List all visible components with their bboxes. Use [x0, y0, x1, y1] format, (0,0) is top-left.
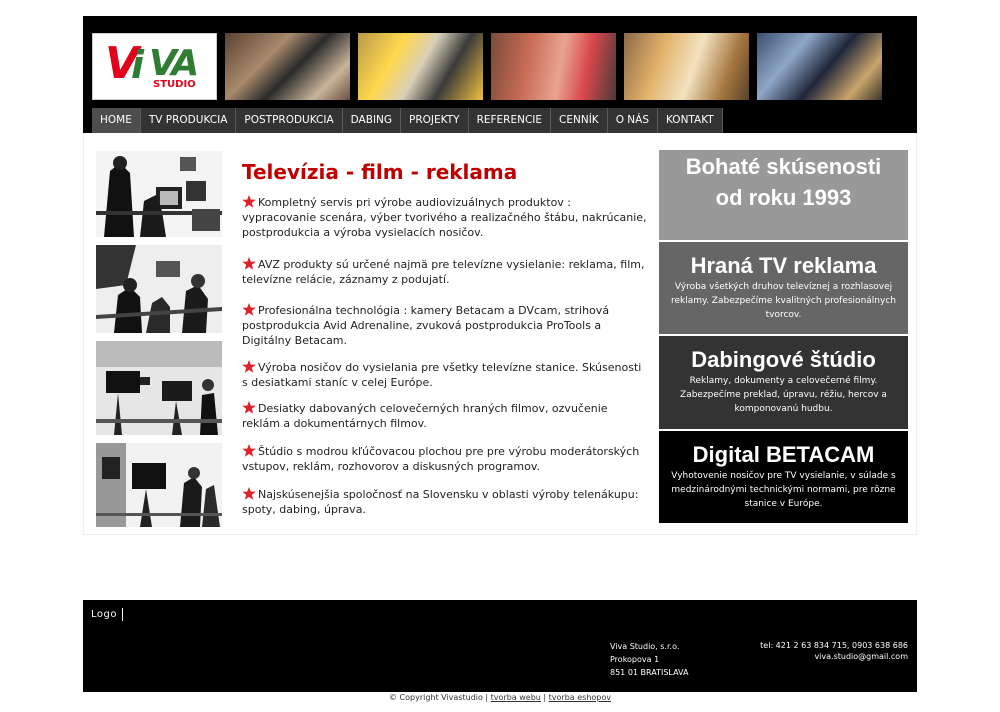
- content-area: Televízia - film - reklama Kompletný ser…: [83, 133, 917, 535]
- feature-item: Kompletný servis pri výrobe audiovizuáln…: [242, 195, 647, 239]
- header-photo-studio: [757, 33, 882, 100]
- bw-photo-studio-set: [96, 443, 222, 527]
- red-star-icon: [242, 257, 256, 270]
- red-star-icon: [242, 360, 256, 373]
- nav-item-kontakt[interactable]: KONTAKT: [658, 108, 723, 133]
- feature-item: Štúdio s modrou kľúčovacou plochou pre p…: [242, 444, 640, 473]
- bw-photo-studio-cameras: [96, 341, 222, 435]
- site-footer: Logo Viva Studio, s.r.o. Prokopova 1 851…: [83, 600, 917, 692]
- nav-item-projekty[interactable]: PROJEKTY: [401, 108, 469, 133]
- header-photo-camera-crew: [358, 33, 483, 100]
- nav-item-tv-produkcia[interactable]: TV PRODUKCIA: [140, 108, 237, 133]
- nav-item-o-nas[interactable]: O NÁS: [607, 108, 658, 133]
- bw-photo-editing-room: [96, 151, 222, 237]
- phone-number: tel: 421 2 63 834 715, 0903 638 686: [760, 641, 908, 650]
- header-photo-interview: [491, 33, 616, 100]
- copyright-bar: © Copyright Vivastudio | tvorba webu | t…: [388, 693, 611, 702]
- feature-item: Najskúsenejšia spoločnosť na Slovensku v…: [242, 487, 639, 516]
- nav-item-postprodukcia[interactable]: POSTPRODUKCIA: [236, 108, 343, 133]
- tvorba-eshopov-link[interactable]: tvorba eshopov: [549, 693, 611, 702]
- footer-logo-label[interactable]: Logo: [91, 609, 117, 620]
- page-title: Televízia - film - reklama: [242, 160, 518, 184]
- red-star-icon: [242, 444, 256, 457]
- email-address[interactable]: viva.studio@gmail.com: [760, 651, 908, 662]
- red-star-icon: [242, 401, 256, 414]
- digital-betacam-banner[interactable]: Digital BETACAM Vyhotovenie nosičov pre …: [659, 431, 908, 523]
- red-star-icon: [242, 195, 256, 208]
- header-photo-production: [624, 33, 749, 100]
- main-navigation: HOME TV PRODUKCIA POSTPRODUKCIA DABING P…: [92, 108, 723, 133]
- nav-item-cennik[interactable]: CENNÍK: [551, 108, 608, 133]
- tvorba-webu-link[interactable]: tvorba webu: [491, 693, 541, 702]
- feature-item: Výroba nosičov do vysielania pre všetky …: [242, 360, 642, 389]
- nav-item-referencie[interactable]: REFERENCIE: [468, 108, 552, 133]
- experience-banner[interactable]: Bohaté skúsenosti od roku 1993: [659, 150, 908, 240]
- feature-item: Profesionálna technológia : kamery Betac…: [242, 303, 610, 347]
- viva-studio-logo[interactable]: V i VA STUDIO: [92, 33, 217, 100]
- bw-photo-camera-crew: [96, 245, 222, 333]
- dubbing-studio-banner[interactable]: Dabingové štúdio Reklamy, dokumenty a ce…: [659, 336, 908, 429]
- nav-item-dabing[interactable]: DABING: [342, 108, 402, 133]
- header-photo-presenters: [225, 33, 350, 100]
- feature-item: AVZ produkty sú určené najmä pre televíz…: [242, 257, 645, 286]
- company-address: Viva Studio, s.r.o. Prokopova 1 851 01 B…: [610, 642, 689, 677]
- feature-item: Desiatky dabovaných celovečerných hranýc…: [242, 401, 608, 430]
- contact-info: tel: 421 2 63 834 715, 0903 638 686 viva…: [760, 640, 908, 662]
- red-star-icon: [242, 487, 256, 500]
- footer-divider: [122, 608, 123, 621]
- nav-item-home[interactable]: HOME: [92, 108, 141, 133]
- red-star-icon: [242, 303, 256, 316]
- site-header: V i VA STUDIO HOME TV PRODUKCIA POSTPROD…: [83, 16, 917, 133]
- tv-advertising-banner[interactable]: Hraná TV reklama Výroba všetkých druhov …: [659, 242, 908, 334]
